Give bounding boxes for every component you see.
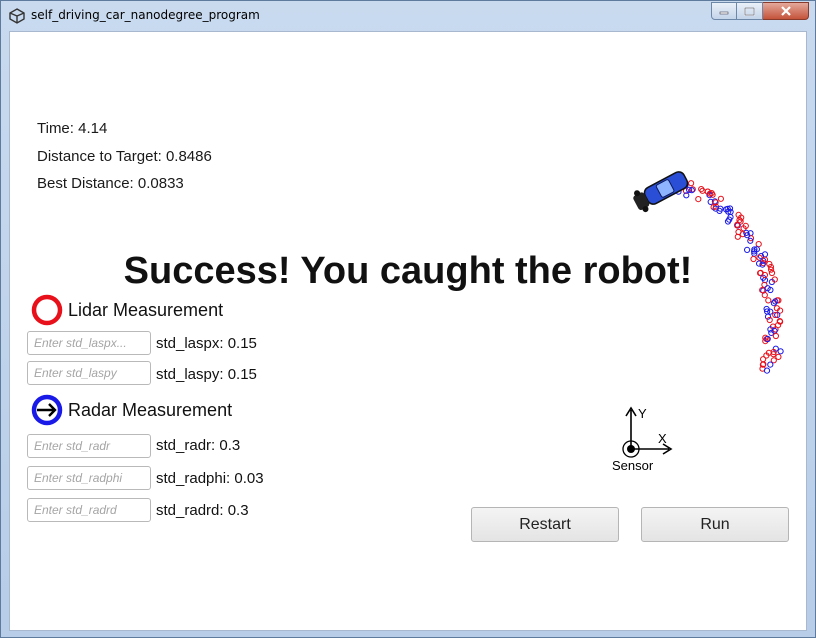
minimize-button[interactable] xyxy=(711,2,737,20)
lidar-circle-icon xyxy=(31,294,63,326)
lidar-marker xyxy=(695,196,702,203)
std-radphi-input[interactable] xyxy=(27,466,151,490)
sensor-axes: Y X Sensor xyxy=(612,406,673,473)
radar-arrow-circle-icon xyxy=(31,394,63,426)
radar-label: Radar Measurement xyxy=(68,399,233,420)
lidar-marker xyxy=(760,356,767,363)
success-message: Success! You caught the robot! xyxy=(123,250,693,292)
radar-marker xyxy=(763,367,771,374)
std-laspy-value: std_laspy: 0.15 xyxy=(156,366,257,383)
y-axis-label: Y xyxy=(638,406,647,421)
best-distance-readout: Best Distance: 0.0833 xyxy=(37,175,184,192)
window-title: self_driving_car_nanodegree_program xyxy=(31,8,260,22)
std-radrd-input[interactable] xyxy=(27,498,151,522)
unity-logo-icon xyxy=(9,8,25,24)
lidar-marker xyxy=(775,353,782,360)
std-radr-input[interactable] xyxy=(27,434,151,458)
lidar-legend: Lidar Measurement xyxy=(30,293,223,327)
radar-legend: Radar Measurement xyxy=(30,393,232,427)
std-radr-value: std_radr: 0.3 xyxy=(156,437,241,454)
distance-to-target-readout: Distance to Target: 0.8486 xyxy=(37,148,212,165)
lidar-marker xyxy=(688,180,695,187)
close-icon xyxy=(780,6,791,16)
title-bar[interactable]: self_driving_car_nanodegree_program xyxy=(1,1,815,31)
time-readout: Time: 4.14 xyxy=(37,120,108,137)
car-icon xyxy=(633,171,689,213)
lidar-marker xyxy=(772,332,779,340)
x-axis-label: X xyxy=(658,431,667,446)
radar-marker xyxy=(777,348,784,355)
std-laspx-value: std_laspx: 0.15 xyxy=(156,335,257,352)
lidar-marker xyxy=(717,195,725,202)
std-laspx-input[interactable] xyxy=(27,331,151,355)
sensor-label: Sensor xyxy=(612,458,654,473)
restart-button[interactable]: Restart xyxy=(471,507,619,542)
maximize-icon xyxy=(744,6,755,16)
window-controls xyxy=(711,2,809,22)
std-radphi-value: std_radphi: 0.03 xyxy=(156,470,264,487)
close-button[interactable] xyxy=(763,2,809,20)
lidar-label: Lidar Measurement xyxy=(68,299,224,320)
lidar-marker xyxy=(765,297,772,304)
std-radrd-value: std_radrd: 0.3 xyxy=(156,502,249,519)
lidar-marker xyxy=(755,241,762,248)
std-laspy-input[interactable] xyxy=(27,361,151,385)
maximize-button[interactable] xyxy=(737,2,763,20)
minimize-icon xyxy=(719,11,729,15)
radar-marker xyxy=(767,361,774,368)
run-button[interactable]: Run xyxy=(641,507,789,542)
